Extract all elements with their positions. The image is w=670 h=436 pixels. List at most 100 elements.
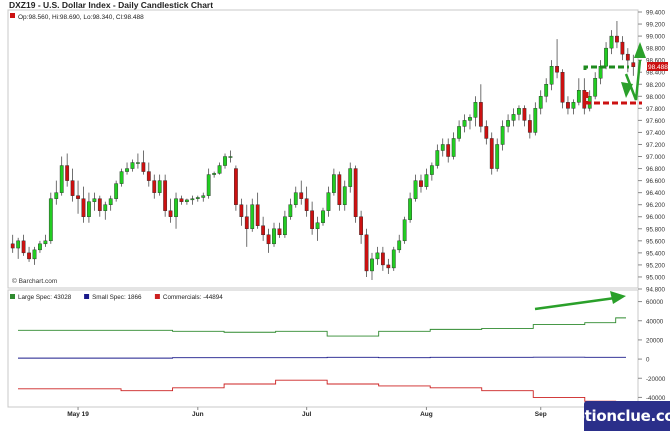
price-y-tick-label: 96.600: [646, 178, 665, 185]
candle-body: [108, 198, 113, 205]
candle-body: [43, 240, 48, 245]
price-y-tick-label: 97.800: [646, 106, 665, 113]
ohlc-legend-swatch: [10, 13, 15, 18]
price-y-tick-label: 95.200: [646, 262, 665, 269]
candle-body: [386, 264, 391, 269]
price-y-tick-label: 97.400: [646, 130, 665, 137]
candle-body: [484, 126, 489, 139]
candle-body: [70, 180, 75, 196]
candle-body: [32, 249, 37, 260]
price-y-tick-label: 97.600: [646, 118, 665, 125]
candle-body: [103, 204, 108, 211]
candle-body: [462, 120, 467, 127]
candle-body: [206, 174, 211, 196]
candle-body: [538, 96, 543, 109]
price-y-tick-label: 96.200: [646, 202, 665, 209]
candle-body: [228, 156, 233, 158]
last-price-label: 98.488: [648, 64, 668, 71]
candle-body: [631, 62, 636, 67]
candle-body: [342, 186, 347, 205]
candle-body: [566, 102, 570, 109]
candle-body: [326, 192, 331, 211]
candle-body: [27, 252, 31, 260]
price-y-tick-label: 96.800: [646, 166, 665, 173]
candle-body: [359, 216, 363, 236]
candle-body: [310, 210, 315, 229]
candle-body: [65, 165, 70, 181]
candle-body: [413, 180, 418, 199]
candle-body: [391, 249, 396, 269]
candle-body: [304, 198, 309, 211]
candle-body: [299, 192, 304, 199]
candle-body: [283, 216, 287, 236]
brand-text: optionclue.com: [564, 407, 670, 425]
candle-body: [620, 41, 625, 55]
candle-body: [604, 47, 608, 67]
candle-body: [582, 90, 587, 109]
candle-body: [440, 144, 445, 151]
price-y-tick-label: 99.200: [646, 22, 665, 29]
price-y-tick-label: 95.000: [646, 274, 665, 281]
candle-body: [201, 195, 206, 198]
candle-body: [125, 168, 129, 172]
candle-body: [489, 138, 494, 169]
candle-body: [168, 210, 173, 217]
candle-body: [364, 234, 369, 272]
candle-body: [625, 53, 630, 61]
price-y-tick-label: 97.200: [646, 142, 665, 149]
ohlc-legend-text: Op:98.560, Hi:98.690, Lo:98.340, Cl:98.4…: [18, 14, 144, 21]
candle-body: [615, 35, 619, 43]
candle-body: [277, 228, 282, 236]
candle-body: [370, 258, 374, 272]
cot-legend-label: Small Spec: 1866: [92, 294, 142, 301]
candle-body: [576, 90, 581, 103]
candle-body: [217, 165, 222, 174]
candle-body: [419, 180, 423, 187]
candle-body: [152, 180, 157, 193]
candle-body: [272, 228, 276, 245]
candle-body: [533, 108, 538, 133]
brand-logo[interactable]: optionclue.com: [564, 401, 670, 431]
candle-body: [380, 252, 385, 266]
watermark: © Barchart.com: [12, 277, 57, 285]
candle-body: [435, 150, 440, 166]
candle-body: [549, 65, 554, 85]
candle-body: [593, 78, 598, 97]
cot-legend-swatch: [154, 294, 160, 299]
cot-legend-swatch: [84, 294, 90, 299]
candle-body: [331, 174, 336, 193]
cot-y-tick-label: -20000: [646, 376, 666, 383]
candle-body: [223, 156, 227, 166]
candle-body: [473, 102, 478, 118]
candle-body: [353, 168, 358, 217]
candle-body: [212, 173, 217, 175]
candle-body: [609, 35, 614, 49]
cot-y-tick-label: 60000: [646, 299, 664, 306]
candle-body: [457, 126, 461, 139]
candle-body: [81, 198, 86, 217]
candle-body: [185, 199, 189, 202]
price-y-tick-label: 98.000: [646, 94, 665, 101]
candle-body: [293, 192, 298, 205]
candle-body: [451, 138, 456, 157]
x-tick-label: May 19: [67, 411, 89, 418]
price-y-tick-label: 98.200: [646, 82, 665, 89]
candle-body: [48, 198, 53, 242]
candle-body: [560, 72, 565, 103]
candle-body: [146, 171, 151, 181]
candle-body: [250, 204, 255, 229]
cot-y-tick-label: 0: [646, 357, 650, 364]
candle-body: [87, 201, 91, 217]
candle-body: [174, 198, 178, 217]
candle-body: [190, 198, 195, 201]
chart-area: DXZ19 - U.S. Dollar Index - Daily Candle…: [0, 0, 670, 431]
candle-body: [429, 165, 434, 175]
candle-body: [500, 126, 505, 145]
candle-body: [179, 198, 184, 202]
candle-body: [21, 240, 26, 254]
price-y-tick-label: 99.400: [646, 10, 665, 17]
price-y-tick-label: 95.600: [646, 238, 665, 245]
candle-body: [402, 219, 407, 242]
candle-body: [527, 120, 532, 133]
candle-body: [59, 165, 64, 193]
